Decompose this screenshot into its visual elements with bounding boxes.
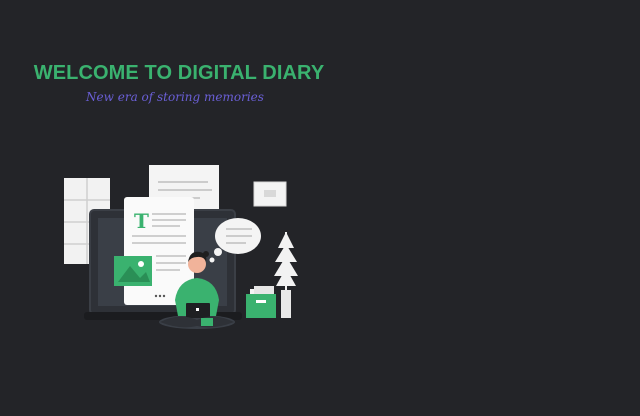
welcome-page: WELCOME TO DIGITAL DIARY New era of stor… bbox=[0, 0, 640, 416]
hero-illustration: T bbox=[64, 165, 298, 329]
svg-text:T: T bbox=[134, 209, 149, 233]
folder-box-icon bbox=[246, 286, 276, 318]
plant-icon bbox=[274, 232, 298, 318]
envelope-icon bbox=[253, 181, 287, 207]
